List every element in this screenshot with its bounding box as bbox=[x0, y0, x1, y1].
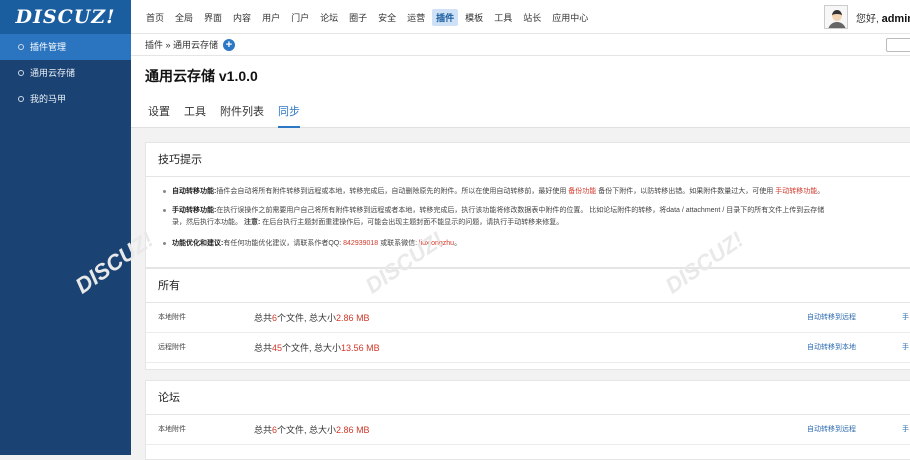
sidebar-item-label: 我的马甲 bbox=[30, 94, 67, 104]
backup-link[interactable]: 备份功能 bbox=[568, 188, 596, 195]
nav-users[interactable]: 用户 bbox=[258, 9, 284, 26]
nav-tools[interactable]: 工具 bbox=[490, 9, 516, 26]
nav-groups[interactable]: 圈子 bbox=[345, 9, 371, 26]
user-area: 您好, admin bbox=[824, 0, 910, 34]
section-all: 所有 本地附件 总共6个文件, 总大小2.86 MB 自动转移到远程 手 远程附… bbox=[145, 268, 910, 370]
wechat-id: liuxiongzhu bbox=[419, 240, 455, 247]
page-title: 通用云存储 v1.0.0 bbox=[145, 68, 258, 84]
page-header: 通用云存储 v1.0.0 设置 工具 附件列表 同步 bbox=[131, 56, 910, 128]
sidebar-item-cloud-storage[interactable]: 通用云存储 bbox=[0, 60, 131, 86]
tip-text: 录，然后执行本功能。 bbox=[172, 219, 242, 226]
nav-webmaster[interactable]: 站长 bbox=[519, 9, 545, 26]
row-label: 本地附件 bbox=[158, 314, 186, 321]
section-forum: 论坛 本地附件 总共6个文件, 总大小2.86 MB 自动转移到远程 手 bbox=[145, 380, 910, 460]
manual-transfer-link[interactable]: 手动转移功能 bbox=[775, 188, 817, 195]
summary-text: 总共 bbox=[254, 425, 273, 435]
auto-transfer-remote-button[interactable]: 自动转移到远程 bbox=[807, 312, 856, 322]
tab-tools[interactable]: 工具 bbox=[184, 103, 206, 128]
tip-text: 。 bbox=[817, 188, 825, 195]
tip-label: 手动转移功能: bbox=[172, 207, 217, 214]
user-greeting: 您好, admin bbox=[856, 10, 910, 25]
sidebar-item-plugin-management[interactable]: 插件管理 bbox=[0, 34, 131, 60]
manual-transfer-button[interactable]: 手 bbox=[902, 342, 909, 352]
username[interactable]: admin bbox=[882, 13, 910, 25]
summary-text: 总共 bbox=[254, 313, 273, 323]
tab-bar: 设置 工具 附件列表 同步 bbox=[148, 103, 314, 128]
tip-manual-transfer: 手动转移功能:在执行误操作之前需要用户自己将所有附件转移到远程或者本地，转移完成… bbox=[146, 204, 910, 217]
circle-icon bbox=[18, 96, 24, 102]
qq-number: 842939018 bbox=[343, 240, 379, 247]
add-icon[interactable]: + bbox=[223, 38, 236, 51]
tip-text: 插件会自动将所有附件转移到远程或本地，转移完成后，自动删除原先的附件。所以在使用… bbox=[216, 188, 567, 195]
nav-forum[interactable]: 论坛 bbox=[316, 9, 342, 26]
manual-transfer-button[interactable]: 手 bbox=[902, 424, 909, 434]
file-size: 2.86 MB bbox=[336, 425, 370, 435]
auto-transfer-remote-button[interactable]: 自动转移到远程 bbox=[807, 424, 856, 434]
summary-text: 总共 bbox=[254, 343, 273, 353]
table-row: 本地附件 总共6个文件, 总大小2.86 MB 自动转移到远程 手 bbox=[146, 415, 910, 445]
sidebar-item-label: 插件管理 bbox=[30, 42, 67, 52]
tip-auto-transfer: 自动转移功能:插件会自动将所有附件转移到远程或本地，转移完成后，自动删除原先的附… bbox=[146, 185, 910, 198]
tip-text: 。 bbox=[454, 240, 462, 247]
manual-transfer-button[interactable]: 手 bbox=[902, 312, 909, 322]
nav-interface[interactable]: 界面 bbox=[200, 9, 226, 26]
row-summary: 总共6个文件, 总大小2.86 MB bbox=[254, 311, 370, 324]
note-text: 在后台执行主题封面重建操作后，可能会出现主题封面不能显示的问题，请执行手动转移来… bbox=[262, 219, 564, 226]
nav-operations[interactable]: 运营 bbox=[403, 9, 429, 26]
tip-text: 在执行误操作之前需要用户自己将所有附件转移到远程或者本地，转移完成后，执行该功能… bbox=[216, 207, 825, 214]
avatar[interactable] bbox=[824, 5, 849, 29]
file-count: 45 bbox=[272, 343, 283, 353]
table-row: 本地附件 总共6个文件, 总大小2.86 MB 自动转移到远程 手 bbox=[146, 303, 910, 333]
nav-portal[interactable]: 门户 bbox=[287, 9, 313, 26]
tip-text: 有任何功能优化建议，请联系作者QQ: bbox=[223, 240, 342, 247]
tips-panel: 技巧提示 自动转移功能:插件会自动将所有附件转移到远程或本地，转移完成后，自动删… bbox=[145, 142, 910, 268]
row-label: 远程附件 bbox=[158, 344, 186, 351]
file-size: 13.56 MB bbox=[341, 343, 380, 353]
nav-plugins[interactable]: 插件 bbox=[432, 8, 459, 26]
note-label: 注意: bbox=[243, 219, 261, 226]
sidebar-item-my-vest[interactable]: 我的马甲 bbox=[0, 86, 131, 112]
nav-content[interactable]: 内容 bbox=[229, 9, 255, 26]
nav-templates[interactable]: 模板 bbox=[461, 9, 487, 26]
nav-global[interactable]: 全局 bbox=[171, 9, 197, 26]
tab-attachment-list[interactable]: 附件列表 bbox=[220, 103, 264, 128]
nav-security[interactable]: 安全 bbox=[374, 9, 400, 26]
auto-transfer-local-button[interactable]: 自动转移到本地 bbox=[807, 342, 856, 352]
summary-text: 个文件, 总大小 bbox=[277, 425, 337, 435]
discuz-logo[interactable]: DISCUZ! bbox=[0, 0, 131, 34]
top-bar: DISCUZ! 首页 全局 界面 内容 用户 门户 论坛 圈子 安全 运营 插件… bbox=[0, 0, 910, 34]
tab-settings[interactable]: 设置 bbox=[148, 103, 170, 128]
search-input[interactable] bbox=[886, 38, 910, 52]
section-title: 论坛 bbox=[146, 381, 910, 415]
tip-text: 备份下附件，以防转移出错。如果附件数量过大，可使用 bbox=[598, 188, 774, 195]
tips-heading: 技巧提示 bbox=[146, 143, 910, 177]
tip-text: 或联系微信: bbox=[380, 240, 418, 247]
breadcrumb: 插件 » 通用云存储 + bbox=[131, 34, 910, 56]
nav-app-center[interactable]: 应用中心 bbox=[548, 9, 592, 26]
summary-text: 个文件, 总大小 bbox=[282, 343, 342, 353]
circle-icon bbox=[18, 44, 24, 50]
tip-suggestion: 功能优化和建议:有任何功能优化建议，请联系作者QQ: 842939018 或联系… bbox=[146, 237, 910, 250]
summary-text: 个文件, 总大小 bbox=[277, 313, 337, 323]
row-label: 本地附件 bbox=[158, 426, 186, 433]
row-summary: 总共6个文件, 总大小2.86 MB bbox=[254, 423, 370, 436]
table-row: 远程附件 总共45个文件, 总大小13.56 MB 自动转移到本地 手 bbox=[146, 333, 910, 363]
tip-label: 自动转移功能: bbox=[172, 188, 217, 195]
greeting-text: 您好, bbox=[856, 13, 879, 25]
row-summary: 总共45个文件, 总大小13.56 MB bbox=[254, 341, 380, 354]
main-nav: 首页 全局 界面 内容 用户 门户 论坛 圈子 安全 运营 插件 模板 工具 站… bbox=[142, 0, 595, 34]
section-title: 所有 bbox=[146, 269, 910, 303]
sidebar: 插件管理 通用云存储 我的马甲 bbox=[0, 34, 131, 455]
tab-sync[interactable]: 同步 bbox=[278, 103, 300, 128]
file-size: 2.86 MB bbox=[336, 313, 370, 323]
sidebar-item-label: 通用云存储 bbox=[30, 68, 76, 78]
nav-home[interactable]: 首页 bbox=[142, 9, 168, 26]
breadcrumb-text[interactable]: 插件 » 通用云存储 bbox=[145, 38, 218, 51]
circle-icon bbox=[18, 70, 24, 76]
tip-manual-transfer-cont: 录，然后执行本功能。 注意: 在后台执行主题封面重建操作后，可能会出现主题封面不… bbox=[146, 217, 910, 229]
tip-label: 功能优化和建议: bbox=[172, 240, 224, 247]
